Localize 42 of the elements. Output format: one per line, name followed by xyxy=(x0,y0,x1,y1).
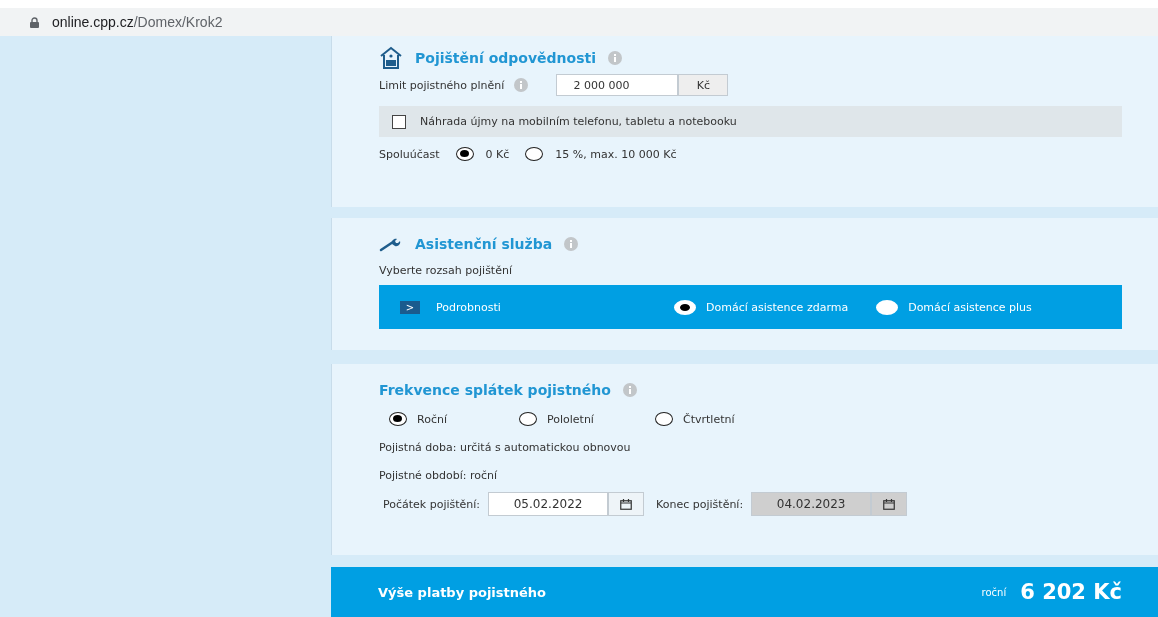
field-label: Spoluúčast xyxy=(379,147,440,161)
total-amount: 6 202 Kč xyxy=(1020,580,1122,604)
radio-label: Domácí asistence plus xyxy=(908,300,1032,314)
radio-button[interactable] xyxy=(389,412,407,426)
unit-label: Kč xyxy=(678,74,729,96)
calendar-icon xyxy=(883,498,896,510)
address-bar[interactable]: online.cpp.cz/Domex/Krok2 xyxy=(0,8,1158,36)
wrench-icon xyxy=(379,236,403,252)
field-label: Počátek pojištění: xyxy=(383,497,481,511)
period-label: roční xyxy=(981,586,1007,598)
lock-icon xyxy=(30,16,39,28)
checkbox[interactable] xyxy=(392,114,406,129)
radio-label: 15 %, max. 10 000 Kč xyxy=(555,147,677,161)
info-text: Pojistné období: roční xyxy=(379,469,499,482)
radio-button[interactable] xyxy=(876,299,899,315)
house-icon xyxy=(379,46,403,70)
calendar-button[interactable] xyxy=(608,492,645,516)
field-label: Limit pojistného plnění xyxy=(379,78,505,92)
info-text: Pojistná doba: určitá s automatickou obnovou xyxy=(379,441,632,454)
radio-label: Roční xyxy=(417,412,447,426)
prompt-text: Vyberte rozsah pojištění xyxy=(379,264,513,277)
calendar-button[interactable] xyxy=(871,492,908,516)
section-title: Asistenční služba xyxy=(415,236,553,252)
expand-button[interactable]: > xyxy=(400,300,420,314)
radio-button[interactable] xyxy=(655,412,673,426)
radio-label: 0 Kč xyxy=(485,147,510,161)
limit-input[interactable]: 2 000 000 xyxy=(556,74,679,96)
radio-label: Domácí asistence zdarma xyxy=(706,300,849,314)
radio-button[interactable] xyxy=(525,147,544,161)
radio-button[interactable] xyxy=(674,299,696,315)
url-text: online.cpp.cz/Domex/Krok2 xyxy=(52,14,223,30)
radio-button[interactable] xyxy=(455,147,474,161)
field-label: Konec pojištění: xyxy=(656,497,744,511)
section-title: Pojištění odpovědnosti xyxy=(415,50,596,66)
radio-label: Čtvrtletní xyxy=(683,412,735,426)
section-title: Frekvence splátek pojistného xyxy=(379,382,611,398)
radio-button[interactable] xyxy=(519,412,537,426)
date-field[interactable]: 05.02.2022 xyxy=(488,492,609,516)
calendar-icon xyxy=(620,498,633,510)
total-label: Výše platby pojistného xyxy=(378,584,548,600)
radio-label: Pololetní xyxy=(547,412,594,426)
checkbox-label: Náhrada újmy na mobilním telefonu, tabletu a notebooku xyxy=(420,115,737,128)
